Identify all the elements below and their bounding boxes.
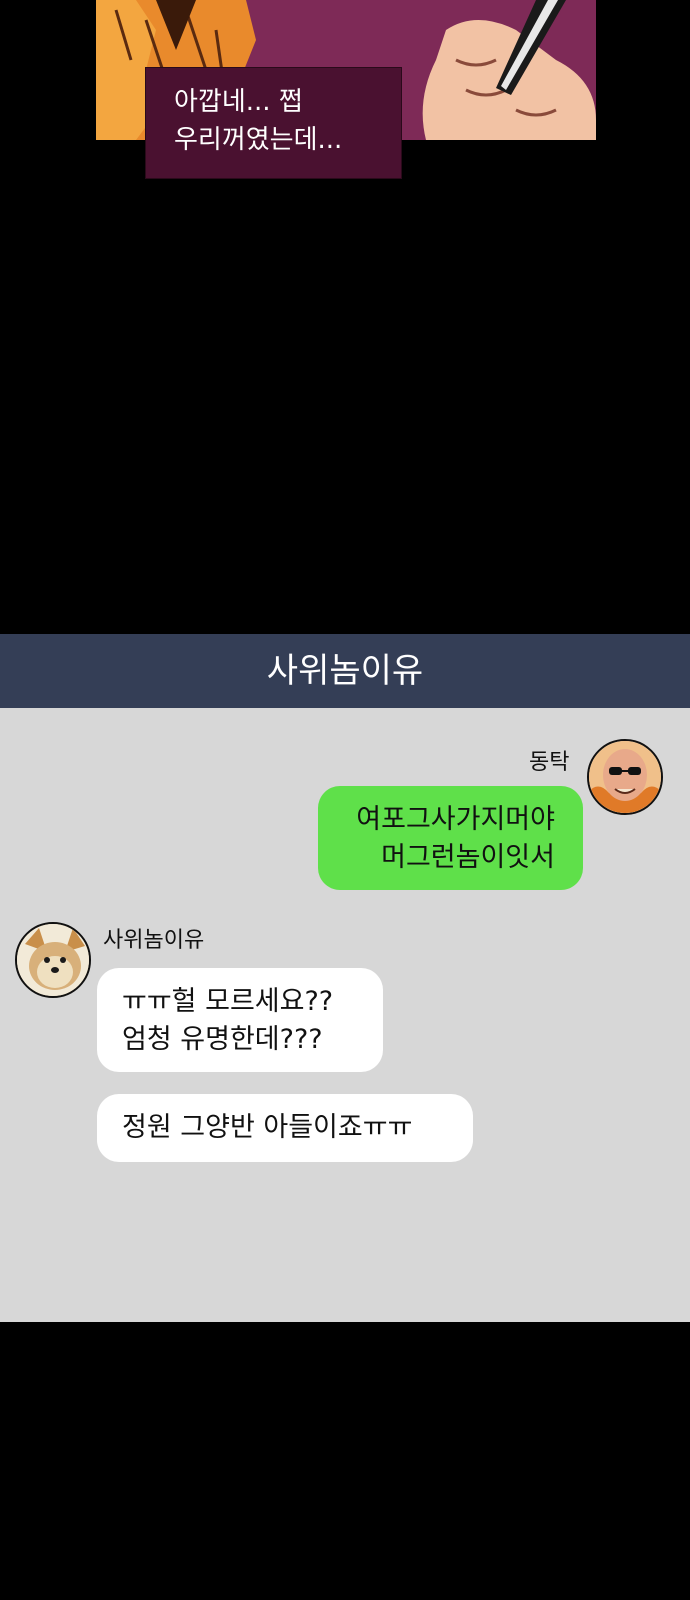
outgoing-message-bubble: 여포그사가지머야 머그런놈이잇서 [318, 786, 583, 890]
sender-name-incoming: 사위놈이유 [103, 928, 205, 953]
sender-name-outgoing: 동탁 [529, 750, 570, 775]
incoming-message-bubble: 정원 그양반 아들이죠ㅠㅠ [97, 1094, 473, 1162]
bald-man-sunglasses-avatar-icon[interactable] [587, 739, 663, 815]
incoming-message-bubble: ㅠㅠ헐 모르세요?? 엄청 유명한데??? [97, 968, 383, 1072]
chat-window: 사위놈이유 동탁 여포그사가지머야 머그런놈이잇서 사위놈이유 ㅠㅠ헐 모르세요… [0, 634, 690, 1322]
yorkshire-terrier-avatar-icon[interactable] [15, 922, 91, 998]
comic-caption: 아깝네... 쩝 우리꺼였는데... [145, 67, 402, 179]
chat-header-title: 사위놈이유 [0, 634, 690, 708]
